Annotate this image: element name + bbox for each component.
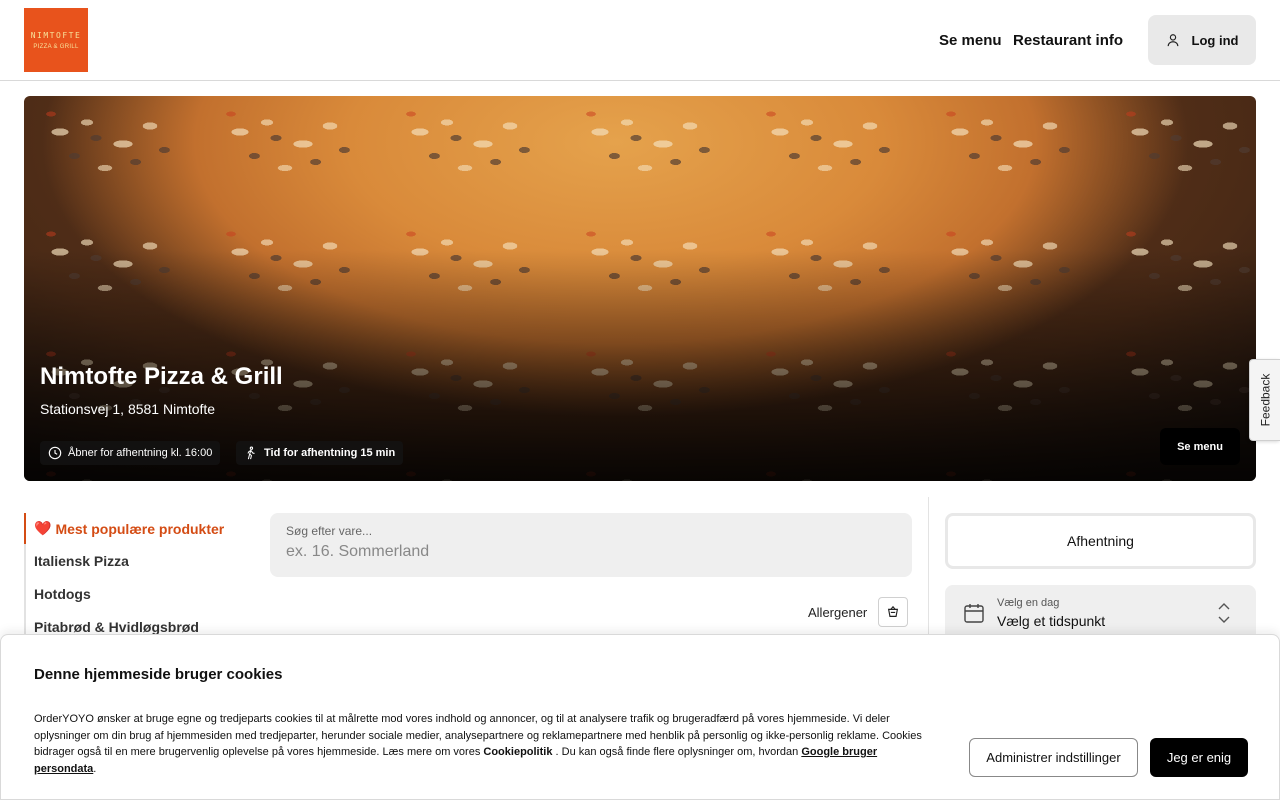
calendar-icon [964,604,984,623]
manage-settings-button[interactable]: Administrer indstillinger [969,738,1138,777]
category-label: Pitabrød & Hvidløgsbrød [34,618,199,635]
chevron-up-down-icon [1218,603,1230,623]
column-divider [928,497,929,637]
day-label: Vælg en dag [997,597,1060,609]
heart-icon: ❤️ [34,520,52,536]
category-label: Mest populære produkter [55,520,225,537]
time-value: Vælg et tidspunkt [997,613,1106,629]
cookie-title: Denne hjemmeside bruger cookies [34,666,283,683]
cookie-policy-link[interactable]: Cookiepolitik [483,746,552,758]
logo-line-2: PIZZA & GRILL [33,43,79,50]
logo-line-1: NIMTOFTE [30,30,82,40]
hero-banner: Nimtofte Pizza & Grill Stationsvej 1, 85… [24,96,1256,481]
clock-icon [48,446,62,460]
opening-time-chip: Åbner for afhentning kl. 16:00 [40,441,221,465]
pickup-time-chip: Tid for afhentning 15 min [236,441,404,465]
login-label: Log ind [1191,32,1239,48]
allergens-button[interactable] [878,597,908,627]
pickup-option-button[interactable]: Afhentning [945,513,1256,569]
nav-see-menu[interactable]: Se menu [939,32,1002,49]
search-label: Søg efter vare... [286,524,373,538]
pickup-time-text: Tid for afhentning 15 min [264,447,396,459]
site-header: NIMTOFTE PIZZA & GRILL Se menu Restauran… [0,0,1280,81]
restaurant-logo[interactable]: NIMTOFTE PIZZA & GRILL [24,8,88,72]
login-button[interactable]: Log ind [1148,15,1256,65]
restaurant-title: Nimtofte Pizza & Grill [40,363,283,390]
category-italian-pizza[interactable]: Italiensk Pizza [24,544,234,577]
user-icon [1167,34,1178,47]
nav-restaurant-info[interactable]: Restaurant info [1013,32,1123,49]
cookie-text: OrderYOYO ønsker at bruge egne og tredje… [34,713,922,775]
walking-icon [247,446,255,460]
category-label: Italiensk Pizza [34,552,129,569]
cookie-banner: Denne hjemmeside bruger cookies OrderYOY… [0,634,1280,800]
agree-button[interactable]: Jeg er enig [1150,738,1248,777]
category-popular[interactable]: ❤️ Mest populære produkter [24,513,234,544]
allergen-icon [887,605,899,617]
category-nav: ❤️ Mest populære produkter Italiensk Piz… [24,513,234,643]
hero-see-menu-button[interactable]: Se menu [1160,428,1240,465]
feedback-tab[interactable]: Feedback [1249,359,1280,441]
search-box[interactable]: Søg efter vare... [270,513,912,577]
search-input[interactable] [286,541,886,563]
category-hotdogs[interactable]: Hotdogs [24,577,234,610]
category-label: Hotdogs [34,585,91,602]
allergens-label[interactable]: Allergener [808,605,867,620]
opening-time-text: Åbner for afhentning kl. 16:00 [68,447,213,459]
restaurant-address: Stationsvej 1, 8581 Nimtofte [40,401,216,417]
feedback-label: Feedback [1258,373,1273,427]
